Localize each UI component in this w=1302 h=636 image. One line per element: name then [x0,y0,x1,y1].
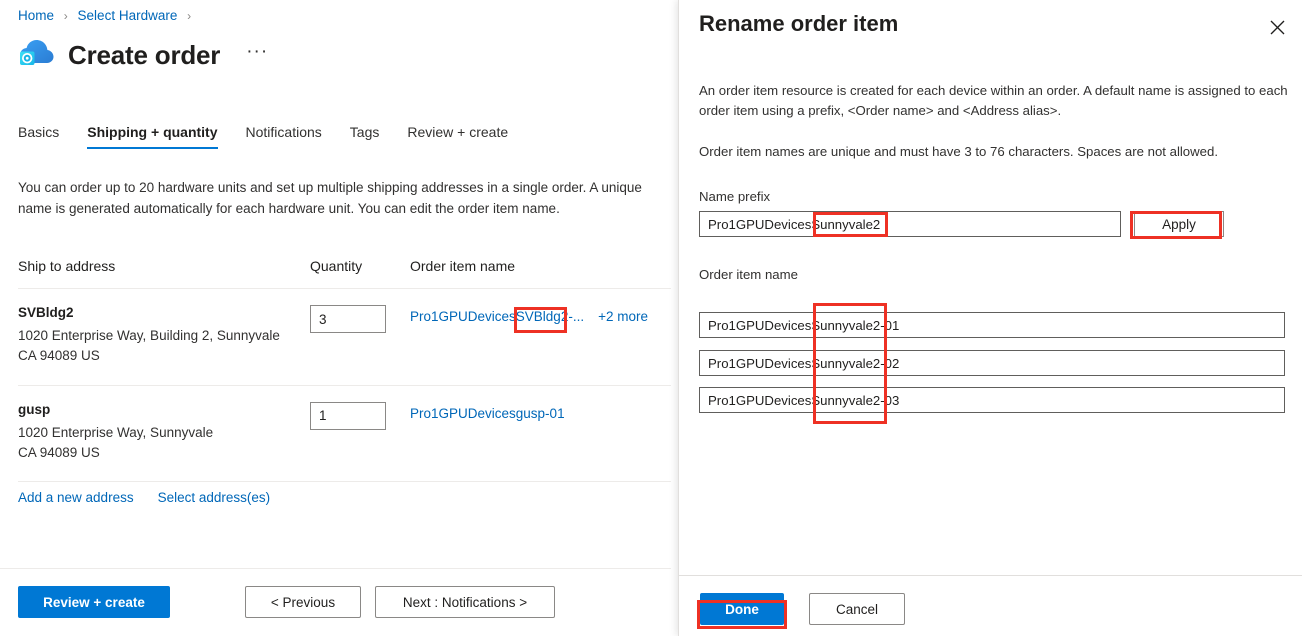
address-line-2: CA 94089 US [18,346,310,366]
page-title: Create order [68,42,220,68]
order-item-name-input-1[interactable] [699,312,1285,338]
panel-title: Rename order item [699,11,898,37]
tab-review-create-label: Review + create [407,124,508,140]
previous-button[interactable]: < Previous [245,586,361,618]
cancel-button[interactable]: Cancel [809,593,905,625]
table-header-row: Ship to address Quantity Order item name [18,258,671,289]
rename-order-item-panel: Rename order item An order item resource… [678,0,1302,636]
order-item-name-input-3[interactable] [699,387,1285,413]
wizard-footer: Review + create < Previous Next : Notifi… [0,568,671,636]
tab-notifications[interactable]: Notifications [232,124,336,149]
column-header-address: Ship to address [18,258,310,274]
tab-basics-label: Basics [18,124,59,140]
order-item-name-cell: Pro1GPUDevicesgusp-01 [410,402,671,421]
shipping-table: Ship to address Quantity Order item name… [18,258,671,482]
azure-cloud-gear-icon [18,38,56,72]
wizard-tabs: Basics Shipping + quantity Notifications… [18,124,522,149]
create-order-page: Home › Select Hardware › [0,0,671,636]
tab-shipping-quantity-label: Shipping + quantity [87,124,217,140]
name-prefix-input[interactable] [699,211,1121,237]
address-cell: gusp 1020 Enterprise Way, Sunnyvale CA 9… [18,402,310,464]
breadcrumb: Home › Select Hardware › [18,8,197,23]
tab-review-create[interactable]: Review + create [393,124,522,149]
address-actions: Add a new address Select address(es) [18,490,270,505]
intro-line-1: You can order up to 20 hardware units an… [18,178,671,199]
tab-basics[interactable]: Basics [18,124,73,149]
quantity-cell [310,402,410,430]
select-addresses-link[interactable]: Select address(es) [158,490,271,505]
address-line-1: 1020 Enterprise Way, Building 2, Sunnyva… [18,326,310,346]
table-row: gusp 1020 Enterprise Way, Sunnyvale CA 9… [18,386,671,483]
panel-footer: Done Cancel [679,575,1302,636]
column-header-quantity: Quantity [310,258,410,274]
review-create-button[interactable]: Review + create [18,586,170,618]
quantity-input[interactable] [310,305,386,333]
address-alias: SVBldg2 [18,305,310,320]
breadcrumb-item-home[interactable]: Home [18,8,54,23]
quantity-input[interactable] [310,402,386,430]
column-header-order-item-name: Order item name [410,258,671,274]
intro-line-2: name is generated automatically for each… [18,199,671,220]
panel-description-1: An order item resource is created for ea… [699,81,1289,122]
tab-tags-label: Tags [350,124,380,140]
address-line-2: CA 94089 US [18,443,310,463]
more-items-link[interactable]: +2 more [598,309,648,324]
table-row: SVBldg2 1020 Enterprise Way, Building 2,… [18,289,671,386]
tab-shipping-quantity[interactable]: Shipping + quantity [73,124,231,149]
breadcrumb-chevron-icon: › [64,9,68,23]
name-prefix-label: Name prefix [699,189,770,204]
order-item-name-input-2[interactable] [699,350,1285,376]
address-alias: gusp [18,402,310,417]
panel-description-2: Order item names are unique and must hav… [699,142,1289,162]
next-notifications-button[interactable]: Next : Notifications > [375,586,555,618]
add-new-address-link[interactable]: Add a new address [18,490,134,505]
order-item-name-label: Order item name [699,267,798,282]
breadcrumb-item-select-hardware[interactable]: Select Hardware [78,8,178,23]
intro-description: You can order up to 20 hardware units an… [18,178,671,220]
order-item-name-cell: Pro1GPUDevicesSVBldg2-... +2 more [410,305,671,324]
order-item-name-link[interactable]: Pro1GPUDevicesgusp-01 [410,406,565,421]
close-icon[interactable] [1263,13,1291,41]
address-line-1: 1020 Enterprise Way, Sunnyvale [18,423,310,443]
order-item-name-link[interactable]: Pro1GPUDevicesSVBldg2-... [410,309,584,324]
address-cell: SVBldg2 1020 Enterprise Way, Building 2,… [18,305,310,367]
tab-notifications-label: Notifications [246,124,322,140]
more-options-button[interactable]: ··· [246,42,268,69]
apply-button[interactable]: Apply [1134,211,1224,237]
done-button[interactable]: Done [700,593,784,625]
app-root: Home › Select Hardware › [0,0,1302,636]
breadcrumb-chevron-icon-2: › [187,9,191,23]
quantity-cell [310,305,410,333]
page-title-row: Create order ··· [18,38,268,72]
tab-tags[interactable]: Tags [336,124,394,149]
